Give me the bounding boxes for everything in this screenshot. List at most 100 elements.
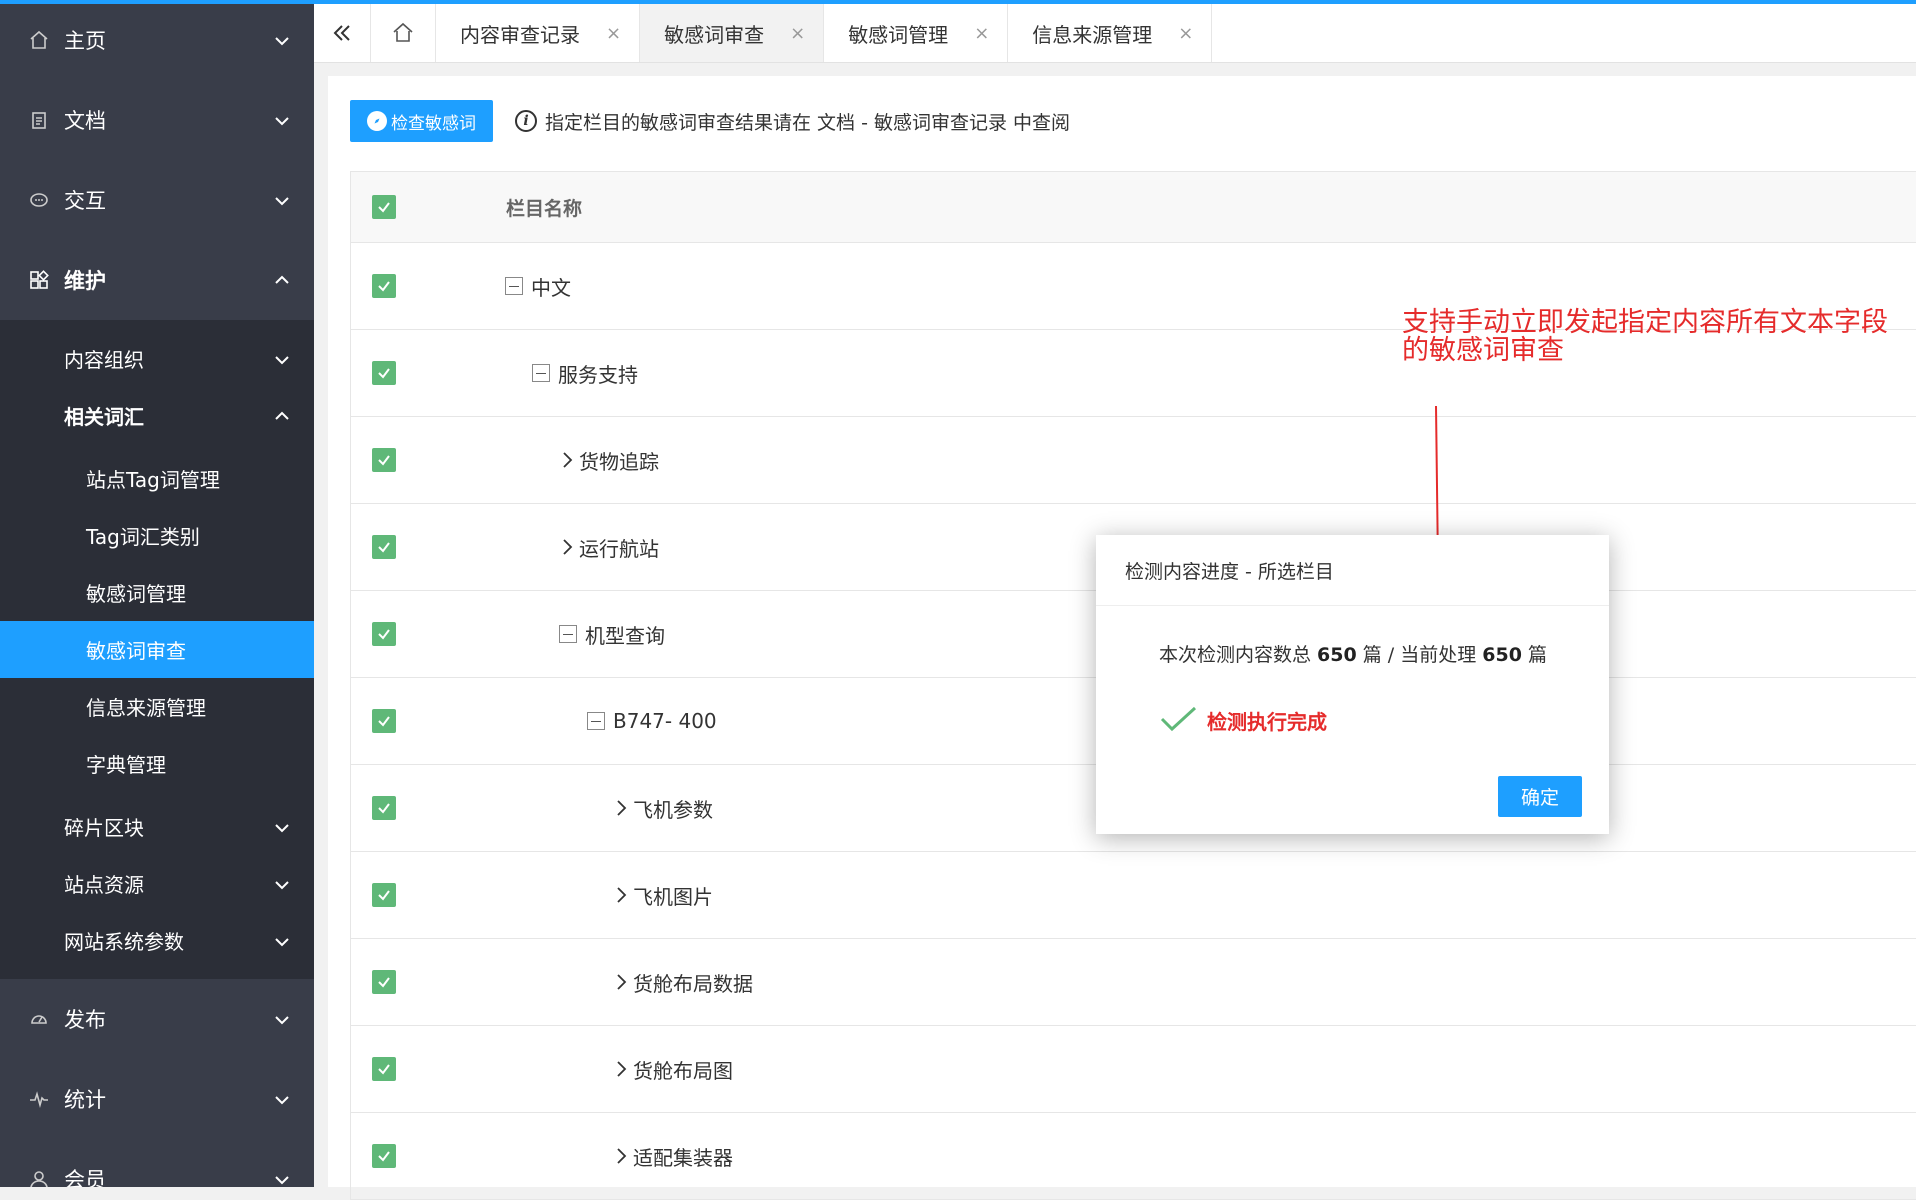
total-count: 650 [1317,644,1357,666]
gauge-icon [26,1006,52,1032]
row-label: 飞机图片 [633,884,713,909]
row-checkbox[interactable] [372,883,396,907]
row-checkbox[interactable] [372,709,396,733]
notice: i 指定栏目的敏感词审查结果请在 文档 - 敏感词审查记录 中查阅 [515,108,1070,135]
chevron-right-icon[interactable] [615,1059,627,1079]
select-all-checkbox[interactable] [372,195,396,219]
chevron-right-icon[interactable] [615,885,627,905]
close-icon[interactable]: × [1178,23,1193,44]
table-row[interactable]: 货物追踪 [351,417,1916,504]
chevron-right-icon[interactable] [561,537,573,557]
dialog-message: 本次检测内容数总 650 篇 / 当前处理 650 篇 [1159,640,1547,667]
nav-content-org-label: 内容组织 [64,348,144,372]
row-checkbox[interactable] [372,448,396,472]
row-cell: 适配集装器 [615,1113,733,1199]
collapse-icon[interactable] [505,277,523,295]
nav-tag-categories[interactable]: Tag词汇类别 [0,507,314,564]
nav-site-resources[interactable]: 站点资源 [0,855,314,912]
table-row[interactable]: 飞机图片 [351,852,1916,939]
tab-info-sources[interactable]: 信息来源管理 × [1008,4,1213,62]
chevron-right-icon[interactable] [615,798,627,818]
row-cell: 货物追踪 [561,417,659,503]
toolbar: 检查敏感词 i 指定栏目的敏感词审查结果请在 文档 - 敏感词审查记录 中查阅 [350,100,1070,142]
row-checkbox[interactable] [372,535,396,559]
nav-related-terms-label: 相关词汇 [64,405,144,429]
nav-fragments-label: 碎片区块 [64,816,144,840]
close-icon[interactable]: × [606,23,621,44]
compass-icon [367,111,387,131]
nav-site-tag-terms[interactable]: 站点Tag词管理 [0,450,314,507]
nav-info-sources[interactable]: 信息来源管理 [0,678,314,735]
pulse-icon [26,1086,52,1112]
sidebar: 主页 文档 交互 维护 内容组织 相关词汇 站点Tag词管理 Tag词汇类别 敏… [0,0,314,1187]
nav-members[interactable]: 会员 [0,1139,314,1187]
row-checkbox[interactable] [372,796,396,820]
nav-related-terms[interactable]: 相关词汇 [0,387,314,444]
confirm-button[interactable]: 确定 [1498,776,1582,817]
row-label: 运行航站 [579,536,659,561]
nav-fragments[interactable]: 碎片区块 [0,798,314,855]
notice-text: 指定栏目的敏感词审查结果请在 文档 - 敏感词审查记录 中查阅 [545,111,1071,134]
dialog-title: 检测内容进度 - 所选栏目 [1096,535,1609,606]
row-checkbox[interactable] [372,1057,396,1081]
nav-site-params[interactable]: 网站系统参数 [0,912,314,969]
nav-dictionary[interactable]: 字典管理 [0,735,314,792]
nav-maintenance-label: 维护 [64,269,106,293]
row-cell: 服务支持 [532,330,638,416]
collapse-icon[interactable] [532,364,550,382]
tab-label: 信息来源管理 [1032,22,1153,47]
table-row[interactable]: 货舱布局图 [351,1026,1916,1113]
nav-sensitive-terms[interactable]: 敏感词管理 [0,564,314,621]
row-cell: 运行航站 [561,504,659,590]
dialog-msg-mid: 篇 / 当前处理 [1356,644,1483,666]
tab-sensitive-review[interactable]: 敏感词审查 × [640,4,825,62]
row-checkbox[interactable] [372,1144,396,1168]
tab-home[interactable] [371,4,436,62]
nav-maintenance[interactable]: 维护 [0,240,314,320]
chevron-down-icon [272,108,292,132]
chevron-down-icon [272,815,292,839]
collapse-icon[interactable] [587,712,605,730]
double-chevron-left-icon [333,25,350,41]
status-text: 检测执行完成 [1207,709,1327,734]
close-icon[interactable]: × [790,23,805,44]
row-label: 中文 [531,275,571,300]
chevron-down-icon [272,188,292,212]
chevron-down-icon [272,28,292,52]
chevron-down-icon [272,1087,292,1111]
row-label: 飞机参数 [633,797,713,822]
nav-publish[interactable]: 发布 [0,979,314,1059]
row-label: 适配集装器 [633,1145,733,1170]
nav-sensitive-review[interactable]: 敏感词审查 [0,621,314,678]
collapse-icon[interactable] [559,625,577,643]
collapse-sidebar-button[interactable] [314,4,371,62]
tab-bar: 内容审查记录 × 敏感词审查 × 敏感词管理 × 信息来源管理 × [314,4,1916,63]
check-sensitive-label: 检查敏感词 [391,113,476,134]
row-checkbox[interactable] [372,970,396,994]
nav-home[interactable]: 主页 [0,0,314,80]
row-cell: 货舱布局图 [615,1026,733,1112]
dialog-msg-post: 篇 [1521,644,1547,666]
chevron-right-icon[interactable] [561,450,573,470]
row-cell: 货舱布局数据 [615,939,753,1025]
table-row[interactable]: 货舱布局数据 [351,939,1916,1026]
tab-content-review-log[interactable]: 内容审查记录 × [436,4,641,62]
nav-document-label: 文档 [64,109,106,133]
row-cell: 飞机图片 [615,852,713,938]
check-sensitive-button[interactable]: 检查敏感词 [350,100,493,142]
nav-interaction[interactable]: 交互 [0,160,314,240]
chevron-down-icon [272,872,292,896]
row-checkbox[interactable] [372,274,396,298]
nav-interaction-label: 交互 [64,189,106,213]
home-icon [393,22,413,42]
tab-sensitive-terms[interactable]: 敏感词管理 × [824,4,1009,62]
nav-document[interactable]: 文档 [0,80,314,160]
chevron-right-icon[interactable] [615,972,627,992]
row-checkbox[interactable] [372,361,396,385]
close-icon[interactable]: × [974,23,989,44]
chevron-up-icon [272,268,292,292]
row-checkbox[interactable] [372,622,396,646]
nav-content-org[interactable]: 内容组织 [0,330,314,387]
chevron-right-icon[interactable] [615,1146,627,1166]
nav-statistics[interactable]: 统计 [0,1059,314,1139]
